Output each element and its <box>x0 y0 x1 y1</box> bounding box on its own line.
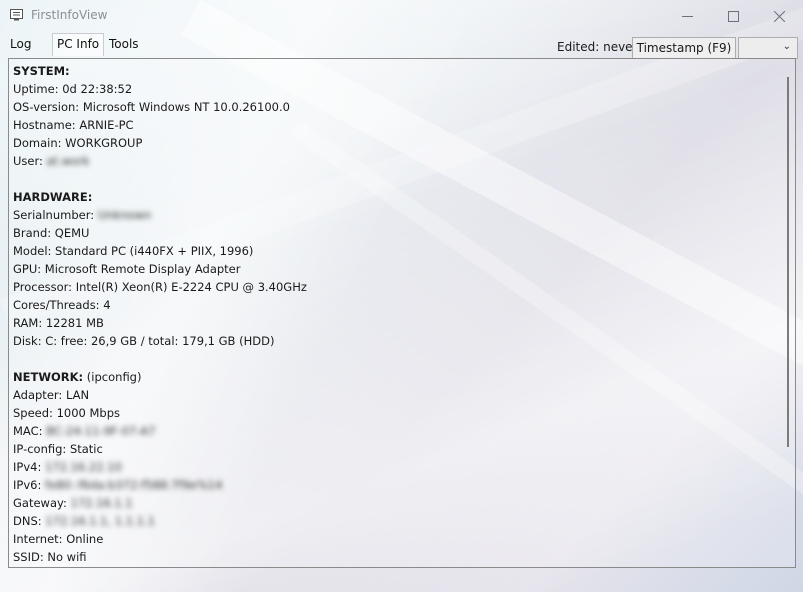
ipv4-label: IPv4: <box>13 460 42 474</box>
hardware-heading: HARDWARE: <box>13 190 93 204</box>
speed-line: Speed: 1000 Mbps <box>13 406 121 420</box>
edited-status: Edited: never <box>557 40 638 54</box>
dns-line: DNS: 172.16.1.1, 1.1.1.1 <box>13 512 775 530</box>
app-icon <box>10 9 23 21</box>
mac-label: MAC: <box>13 424 43 438</box>
uptime-line: Uptime: 0d 22:38:52 <box>13 82 133 96</box>
minimize-button[interactable] <box>664 0 710 32</box>
brand-line: Brand: QEMU <box>13 226 90 240</box>
gateway-label: Gateway: <box>13 496 67 510</box>
user-value: at.work <box>46 154 90 168</box>
ipv6-line: IPv6: fe80::f6da:b372:f588:7f9e%14 <box>13 476 775 494</box>
dns-value: 172.16.1.1, 1.1.1.1 <box>45 514 156 528</box>
domain-line: Domain: WORKGROUP <box>13 136 143 150</box>
gateway-line: Gateway: 172.16.1.1 <box>13 494 775 512</box>
ipv6-value: fe80::f6da:b372:f588:7f9e%14 <box>44 478 223 492</box>
minimize-icon <box>681 15 693 17</box>
serial-line: Serialnumber: Unknown <box>13 206 775 224</box>
window-title: FirstInfoView <box>31 8 108 22</box>
adapter-line: Adapter: LAN <box>13 388 90 402</box>
dns-label: DNS: <box>13 514 42 528</box>
ipconfig-line: IP-config: Static <box>13 442 103 456</box>
maximize-button[interactable] <box>710 0 756 32</box>
model-line: Model: Standard PC (i440FX + PIIX, 1996) <box>13 244 254 258</box>
network-heading-suffix: (ipconfig) <box>83 370 142 384</box>
options-dropdown[interactable]: ⌄ <box>738 37 798 59</box>
tab-log[interactable]: Log <box>6 34 35 55</box>
disk-line: Disk: C: free: 26,9 GB / total: 179,1 GB… <box>13 334 275 348</box>
gateway-value: 172.16.1.1 <box>70 496 133 510</box>
os-line: OS-version: Microsoft Windows NT 10.0.26… <box>13 100 290 114</box>
ssid-line: SSID: No wifi <box>13 550 87 564</box>
title-bar: FirstInfoView <box>0 0 803 32</box>
serial-value: Unknown <box>97 208 152 222</box>
close-icon <box>773 10 785 22</box>
mac-line: MAC: BC-24-11-9F-07-A7 <box>13 422 775 440</box>
ram-line: RAM: 12281 MB <box>13 316 104 330</box>
internet-line: Internet: Online <box>13 532 104 546</box>
processor-line: Processor: Intel(R) Xeon(R) E-2224 CPU @… <box>13 280 307 294</box>
close-button[interactable] <box>756 0 802 32</box>
network-heading: NETWORK: <box>13 370 84 384</box>
timestamp-button[interactable]: Timestamp (F9) <box>632 37 736 59</box>
ipv6-label: IPv6: <box>13 478 42 492</box>
hostname-line: Hostname: ARNIE-PC <box>13 118 134 132</box>
pc-info-panel[interactable]: SYSTEM: Uptime: 0d 22:38:52 OS-version: … <box>8 58 796 568</box>
cores-line: Cores/Threads: 4 <box>13 298 111 312</box>
system-heading: SYSTEM: <box>13 64 70 78</box>
user-line: User: at.work <box>13 152 775 170</box>
serial-label: Serialnumber: <box>13 208 95 222</box>
ipv4-value: 172.16.22.10 <box>44 460 122 474</box>
tab-tools[interactable]: Tools <box>105 34 143 55</box>
mac-value: BC-24-11-9F-07-A7 <box>46 424 156 438</box>
scrollbar-thumb[interactable] <box>787 77 789 447</box>
chevron-down-icon: ⌄ <box>782 41 791 52</box>
ipv4-line: IPv4: 172.16.22.10 <box>13 458 775 476</box>
gpu-line: GPU: Microsoft Remote Display Adapter <box>13 262 241 276</box>
user-label: User: <box>13 154 43 168</box>
tab-pc-info[interactable]: PC Info <box>52 33 105 56</box>
vertical-scrollbar[interactable] <box>783 63 793 563</box>
network-heading-line: NETWORK: (ipconfig) <box>13 368 775 386</box>
maximize-icon <box>727 10 739 22</box>
